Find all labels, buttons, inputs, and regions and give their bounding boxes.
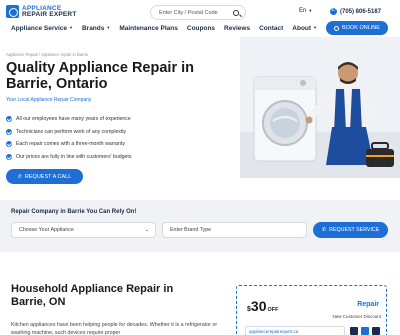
phone-number: (705) 806-5187: [340, 8, 382, 15]
coupon-url: appliancerepairexpert.ca: [245, 326, 345, 335]
search-icon[interactable]: [233, 9, 239, 16]
finder-title: Repair Company in Barrie You Can Rely On…: [11, 209, 137, 215]
request-service-button[interactable]: ✆ REQUEST SERVICE: [313, 222, 388, 238]
section-title: Household Appliance Repair in Barrie, ON: [11, 283, 174, 308]
feature-item: Technicians can perform work of any comp…: [6, 126, 131, 139]
language-label: En: [299, 8, 307, 14]
coupon-label: Repair: [357, 301, 379, 308]
feature-item: All our employees have many years of exp…: [6, 113, 131, 126]
nav-item-coupons[interactable]: Coupons: [187, 25, 215, 32]
feature-item: Each repair comes with a three-month war…: [6, 138, 131, 151]
nav-item-contact[interactable]: Contact: [259, 25, 283, 32]
nav-item-appliance-service[interactable]: Appliance Service ▼: [11, 25, 73, 32]
chevron-down-icon: ▼: [106, 25, 111, 30]
breadcrumb[interactable]: Appliance Repair / Appliance repair in B…: [6, 52, 88, 57]
hero-section: Appliance Repair / Appliance repair in B…: [0, 37, 400, 200]
city-search-input[interactable]: [151, 9, 229, 16]
chevron-down-icon: ▼: [313, 25, 318, 30]
phone-icon: [330, 7, 337, 15]
phone-icon: ✆: [17, 173, 22, 180]
phone-icon: ✆: [321, 227, 327, 233]
hero-subtitle: Your Local Appliance Repair Company: [6, 97, 92, 103]
feature-list: All our employees have many years of exp…: [6, 113, 131, 163]
coupon-amount: $ 30 OFF: [247, 298, 279, 314]
brand-badges: [350, 327, 380, 335]
coupon-card[interactable]: $ 30 OFF Repair New Customer Discount ap…: [236, 285, 387, 335]
service-finder: Repair Company in Barrie You Can Rely On…: [0, 200, 400, 252]
brand-logo[interactable]: APPLIANCE REPAIR EXPERT: [6, 5, 77, 18]
nav-item-about[interactable]: About ▼: [292, 25, 317, 32]
language-selector[interactable]: En ▼: [299, 8, 312, 14]
nav-item-reviews[interactable]: Reviews: [224, 25, 250, 32]
site-header: APPLIANCE REPAIR EXPERT En▼ (705) 806-51…: [0, 0, 400, 37]
chevron-down-icon: ▼: [308, 8, 313, 13]
nav-item-brands[interactable]: Brands ▼: [82, 25, 110, 32]
phone-link[interactable]: (705) 806-5187: [330, 7, 382, 15]
feature-item: Our prices are fully in line with custom…: [6, 151, 131, 164]
check-icon: [6, 153, 12, 160]
request-call-button[interactable]: ✆ REQUEST A CALL: [6, 169, 83, 184]
brand-input[interactable]: Enter Brand Type: [162, 222, 307, 238]
city-search-box: [150, 5, 246, 20]
content-section: Household Appliance Repair in Barrie, ON…: [0, 252, 400, 335]
check-icon: [6, 141, 12, 148]
appliance-select[interactable]: Choose Your Appliance ⌄: [11, 222, 156, 238]
chevron-down-icon: ⌄: [144, 227, 149, 233]
badge-icon: [372, 327, 380, 335]
check-icon: [6, 128, 12, 135]
nav-item-maintenance-plans[interactable]: Maintenance Plans: [119, 25, 178, 32]
technician-illustration: [240, 37, 400, 178]
chevron-down-icon: ▼: [69, 25, 73, 30]
brand-line-2: REPAIR EXPERT: [22, 10, 77, 18]
coupon-description: New Customer Discount: [332, 314, 381, 319]
section-text: Kitchen appliances have been helping peo…: [11, 322, 218, 335]
badge-icon: [361, 327, 369, 335]
logo-mark-icon: [6, 5, 19, 18]
check-icon: [6, 116, 12, 123]
page-title: Quality Appliance Repair in Barrie, Onta…: [6, 60, 195, 92]
technician-photo: [240, 37, 400, 178]
book-online-button[interactable]: BOOK ONLINE: [326, 21, 388, 35]
clock-icon: [334, 25, 340, 31]
badge-icon: [350, 327, 358, 335]
main-nav: Appliance Service ▼ Brands ▼ Maintenance P…: [11, 25, 326, 32]
